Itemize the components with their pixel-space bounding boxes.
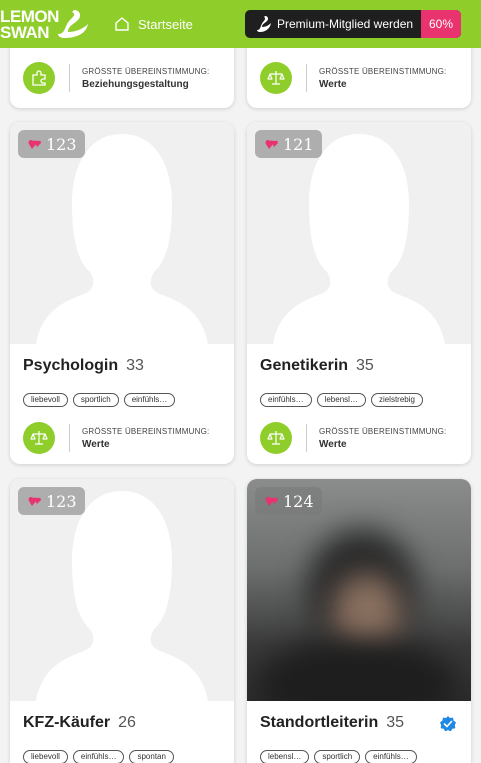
- match-value: Werte: [82, 438, 110, 450]
- trait-tags: einfühls… lebensl… zielstrebig: [260, 393, 423, 407]
- profile-age: 35: [386, 714, 405, 731]
- profile-card[interactable]: 123 Psychologin 33 liebevoll sportlich e…: [10, 122, 234, 464]
- profile-card[interactable]: 124 Standortleiterin 35 lebensl… sportli…: [247, 479, 471, 763]
- home-icon: [115, 17, 129, 31]
- scale-icon: [260, 422, 292, 454]
- profile-age: 26: [118, 714, 136, 731]
- hearts-icon: [28, 140, 42, 149]
- trait-tag: einfühls…: [72, 750, 125, 763]
- lemonswan-logo[interactable]: LEMON SWAN: [0, 6, 92, 42]
- trait-tag: einfühls…: [365, 750, 417, 763]
- match-value: Beziehungsgestaltung: [82, 78, 189, 90]
- top-bar: LEMON SWAN Startseite Premium-Mitglied w…: [0, 0, 481, 48]
- swan-logo-icon: [58, 10, 88, 38]
- premium-label: Premium-Mitglied werden: [277, 17, 414, 31]
- score-value: 124: [283, 491, 314, 511]
- match-info: GRÖSSTE ÜBEREINSTIMMUNG: Werte: [260, 422, 460, 454]
- score-value: 121: [283, 134, 314, 154]
- trait-tag: liebevoll: [23, 393, 68, 407]
- score-value: 123: [46, 491, 77, 511]
- home-label: Startseite: [138, 16, 193, 32]
- trait-tag: zielstrebig: [370, 393, 423, 407]
- profile-card[interactable]: 121 Genetikerin 35 einfühls… lebensl… zi…: [247, 122, 471, 464]
- puzzle-icon: [23, 62, 55, 94]
- profile-name: KFZ-Käufer: [23, 714, 111, 731]
- match-info: GRÖSSTE ÜBEREINSTIMMUNG: Werte: [23, 422, 223, 454]
- match-score-badge: 123: [18, 130, 85, 158]
- profile-age: 35: [356, 357, 374, 374]
- trait-tag: einfühls…: [260, 393, 312, 407]
- scale-icon: [260, 62, 292, 94]
- trait-tag: liebevoll: [23, 750, 68, 763]
- match-score-badge: 124: [255, 487, 322, 515]
- match-caption: GRÖSSTE ÜBEREINSTIMMUNG:: [319, 66, 447, 76]
- premium-upgrade-button[interactable]: Premium-Mitglied werden 60%: [245, 10, 461, 38]
- profile-name: Genetikerin: [260, 357, 349, 374]
- trait-tags: liebevoll einfühls… spontan: [23, 750, 174, 763]
- verified-badge-icon: [439, 715, 457, 738]
- match-value: Werte: [319, 438, 347, 450]
- match-caption: GRÖSSTE ÜBEREINSTIMMUNG:: [82, 66, 210, 76]
- premium-percent-badge: 60%: [421, 10, 461, 38]
- divider: [69, 424, 70, 452]
- trait-tag: sportlich: [72, 393, 119, 407]
- divider: [306, 424, 307, 452]
- score-value: 123: [46, 134, 77, 154]
- match-caption: GRÖSSTE ÜBEREINSTIMMUNG:: [319, 426, 447, 436]
- divider: [69, 64, 70, 92]
- trait-tag: spontan: [129, 750, 174, 763]
- trait-tag: lebensl…: [316, 393, 366, 407]
- match-score-badge: 121: [255, 130, 322, 158]
- match-score-badge: 123: [18, 487, 85, 515]
- profile-age: 33: [126, 357, 144, 374]
- match-info: GRÖSSTE ÜBEREINSTIMMUNG: Beziehungsgesta…: [23, 62, 223, 94]
- logo-text-line2: SWAN: [0, 23, 50, 42]
- profile-name: Standortleiterin: [260, 714, 379, 731]
- swan-icon: [251, 15, 277, 33]
- match-value: Werte: [319, 78, 347, 90]
- match-info: GRÖSSTE ÜBEREINSTIMMUNG: Werte: [260, 62, 460, 94]
- trait-tag: einfühls…: [123, 393, 176, 407]
- trait-tag: lebensl…: [260, 750, 310, 763]
- hearts-icon: [265, 140, 279, 149]
- trait-tags: liebevoll sportlich einfühls…: [23, 393, 176, 407]
- match-caption: GRÖSSTE ÜBEREINSTIMMUNG:: [82, 426, 210, 436]
- home-link[interactable]: Startseite: [114, 14, 193, 34]
- trait-tags: lebensl… sportlich einfühls…: [260, 750, 417, 763]
- hearts-icon: [265, 497, 279, 506]
- trait-tag: sportlich: [314, 750, 361, 763]
- profile-name: Psychologin: [23, 357, 119, 374]
- profile-card[interactable]: 123 KFZ-Käufer 26 liebevoll einfühls… sp…: [10, 479, 234, 763]
- hearts-icon: [28, 497, 42, 506]
- divider: [306, 64, 307, 92]
- scale-icon: [23, 422, 55, 454]
